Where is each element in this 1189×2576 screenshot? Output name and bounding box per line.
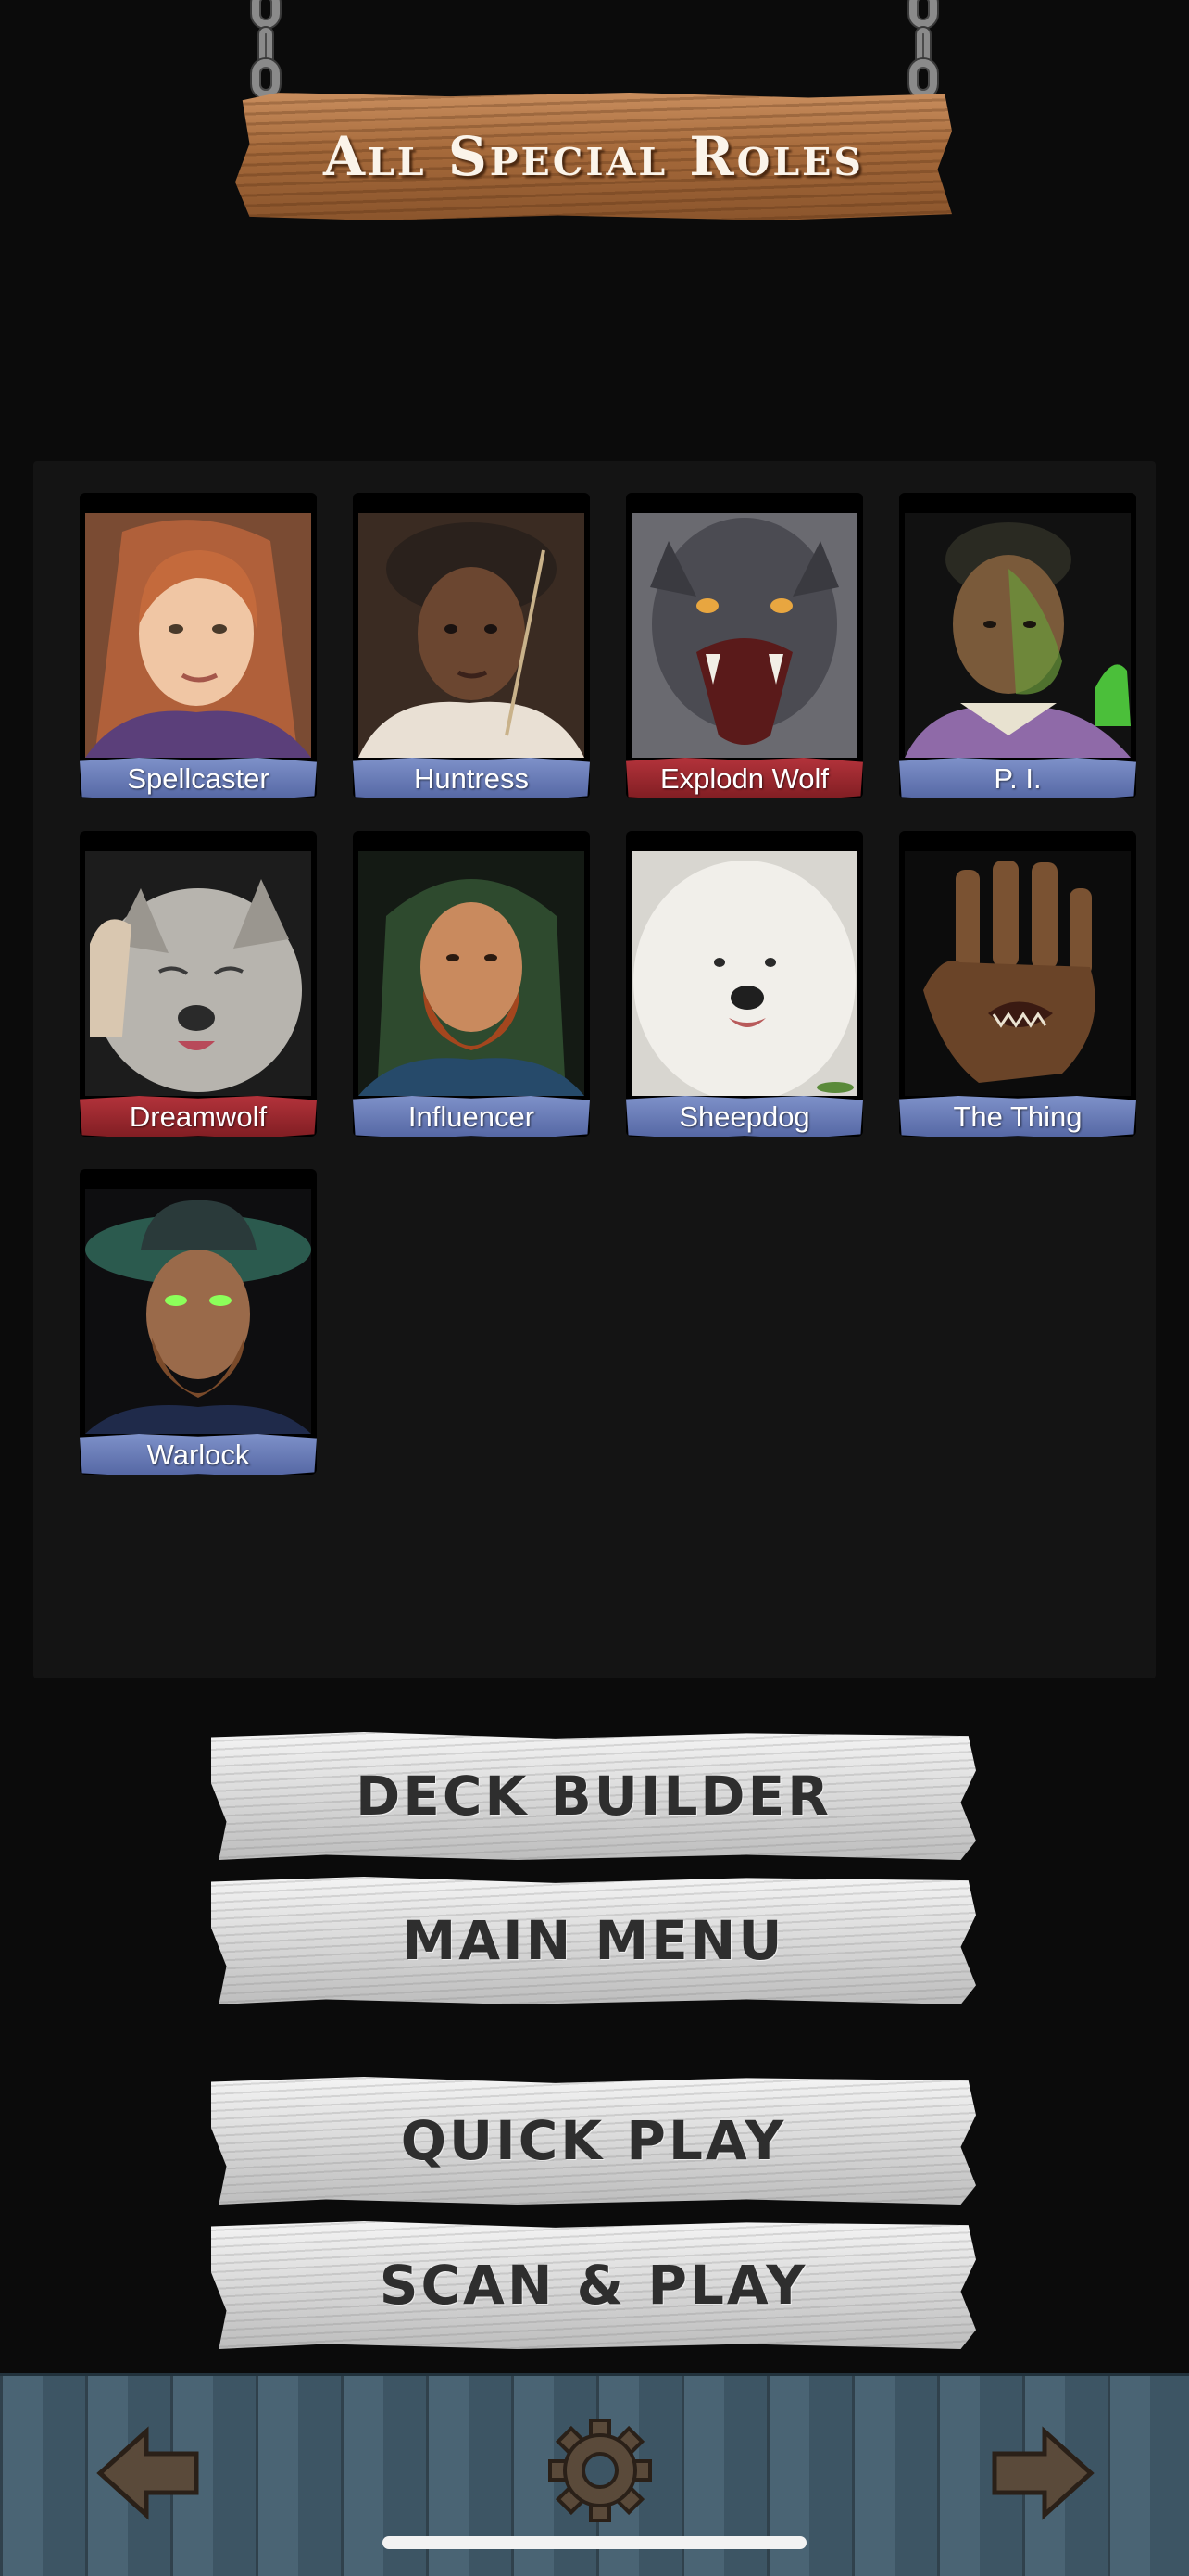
back-button[interactable] <box>93 2424 204 2522</box>
spellcaster-portrait <box>85 513 311 758</box>
role-banner: Sheepdog <box>626 1096 863 1137</box>
roles-panel: Spellcaster Huntress Explodn Wolf P. I. … <box>33 461 1156 1678</box>
chain-right <box>896 0 952 98</box>
role-card-explodn-wolf[interactable]: Explodn Wolf <box>626 493 863 798</box>
role-card-huntress[interactable]: Huntress <box>353 493 590 798</box>
scan-play-label: SCAN & PLAY <box>379 2254 808 2317</box>
deck-builder-button[interactable]: DECK BUILDER <box>211 1732 976 1860</box>
role-label: The Thing <box>953 1100 1083 1133</box>
quick-play-label: QUICK PLAY <box>400 2109 787 2172</box>
role-label: Huntress <box>413 762 530 795</box>
main-menu-label: MAIN MENU <box>402 1909 785 1972</box>
dreamwolf-portrait <box>85 851 311 1096</box>
role-label: Sheepdog <box>679 1100 810 1133</box>
arrow-left-icon <box>93 2424 204 2522</box>
role-banner: P. I. <box>899 758 1136 798</box>
pi-portrait <box>905 513 1131 758</box>
gear-icon <box>546 2417 654 2524</box>
warlock-portrait <box>85 1189 311 1434</box>
role-banner: Huntress <box>353 758 590 798</box>
role-card-spellcaster[interactable]: Spellcaster <box>80 493 317 798</box>
role-label: Influencer <box>407 1100 535 1133</box>
page-title: All Special Roles <box>322 125 865 188</box>
role-banner: Explodn Wolf <box>626 758 863 798</box>
influencer-portrait <box>358 851 584 1096</box>
role-label: Dreamwolf <box>129 1100 268 1133</box>
explodn-wolf-portrait <box>632 513 857 758</box>
role-label: Spellcaster <box>127 762 269 795</box>
role-card-warlock[interactable]: Warlock <box>80 1169 317 1475</box>
role-banner: The Thing <box>899 1096 1136 1137</box>
role-card-sheepdog[interactable]: Sheepdog <box>626 831 863 1137</box>
scan-play-button[interactable]: SCAN & PLAY <box>211 2221 976 2349</box>
main-menu-button[interactable]: MAIN MENU <box>211 1877 976 2004</box>
settings-button[interactable] <box>546 2417 654 2524</box>
role-label: P. I. <box>994 762 1042 795</box>
role-card-influencer[interactable]: Influencer <box>353 831 590 1137</box>
role-card-dreamwolf[interactable]: Dreamwolf <box>80 831 317 1137</box>
role-banner: Spellcaster <box>80 758 317 798</box>
role-banner: Dreamwolf <box>80 1096 317 1137</box>
arrow-right-icon <box>987 2424 1098 2522</box>
role-card-pi[interactable]: P. I. <box>899 493 1136 798</box>
chain-left <box>239 0 294 98</box>
title-sign: All Special Roles <box>235 93 952 220</box>
forward-button[interactable] <box>987 2424 1098 2522</box>
role-label: Explodn Wolf <box>659 762 830 795</box>
sheepdog-portrait <box>632 851 857 1096</box>
home-indicator <box>382 2536 807 2549</box>
deck-builder-label: DECK BUILDER <box>356 1765 832 1828</box>
quick-play-button[interactable]: QUICK PLAY <box>211 2077 976 2205</box>
role-banner: Influencer <box>353 1096 590 1137</box>
role-banner: Warlock <box>80 1434 317 1475</box>
the-thing-portrait <box>905 851 1131 1096</box>
role-card-the-thing[interactable]: The Thing <box>899 831 1136 1137</box>
huntress-portrait <box>358 513 584 758</box>
role-label: Warlock <box>146 1439 250 1471</box>
